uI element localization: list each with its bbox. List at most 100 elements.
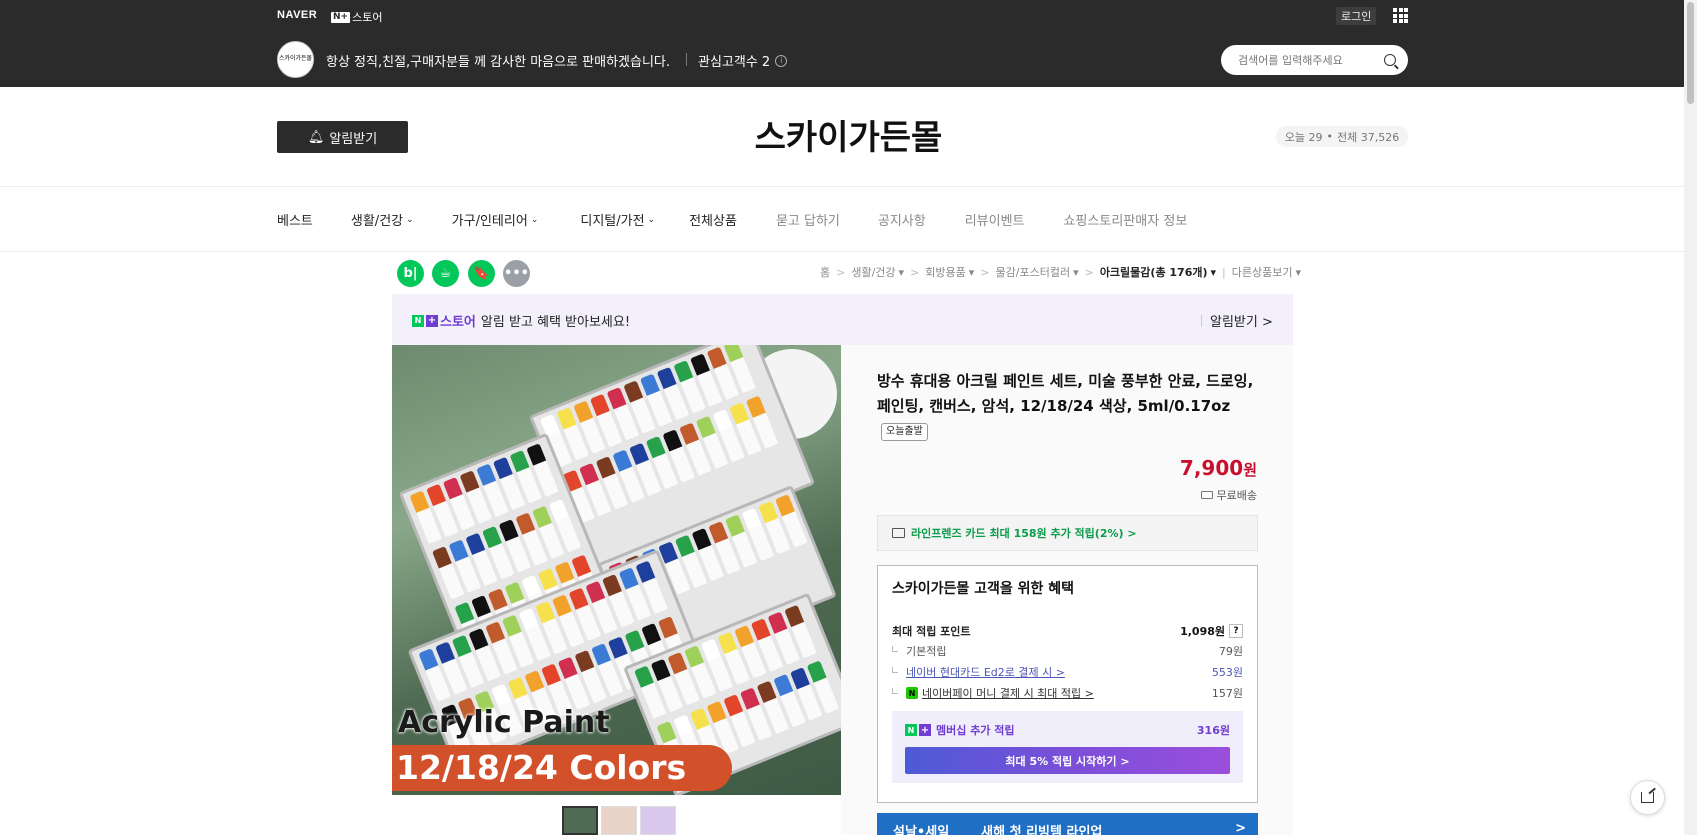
breadcrumb-item[interactable]: 다른상품보기 [1232, 264, 1293, 280]
nav-item[interactable]: 판매자 정보 [1123, 210, 1187, 229]
nav-item-label: 생활/건강 [350, 214, 404, 229]
breadcrumb-item[interactable]: 아크릴물감(총 176개) [1100, 264, 1208, 280]
nav-item[interactable]: 생활/건강 ⌄ [351, 210, 414, 229]
nplus-store-label: 스토어 [352, 11, 383, 24]
interest-count: 관심고객수 2 i [698, 51, 788, 70]
max-point-row: 최대 적립 포인트 1,098원? [892, 623, 1243, 639]
total-visits: 전체 37,526 [1337, 130, 1400, 144]
breadcrumb-separator: > [980, 265, 990, 279]
naver-n-badge: N [412, 314, 424, 327]
visit-separator: • [1326, 130, 1334, 143]
start-membership-button[interactable]: 최대 5% 적립 시작하기 > [905, 747, 1230, 774]
nav-item[interactable]: 공지사항 [878, 210, 926, 229]
max-point-value: 1,098원 [1180, 625, 1225, 638]
search-icon[interactable] [1384, 54, 1396, 66]
nav-item[interactable]: 디지털/가전 ⌄ [580, 210, 655, 229]
benefit-title: 스카이가든몰 고객을 위한 혜택 [892, 581, 1075, 597]
banner-message: 알림 받고 혜택 받아보세요! [480, 315, 631, 330]
breadcrumb-item[interactable]: 홈 [820, 264, 830, 280]
product-title-text: 방수 휴대용 아크릴 페인트 세트, 미술 풍부한 안료, 드로잉, 페인팅, … [877, 372, 1254, 415]
store-avatar[interactable]: 스카이가든몰 [277, 41, 314, 78]
naver-n-badge: N [905, 724, 917, 736]
image-caption-line1: Acrylic Paint [398, 705, 610, 740]
nav-divider [0, 251, 1697, 252]
nav-item-label: 디지털/가전 [580, 214, 645, 229]
breadcrumb-separator: | [1222, 265, 1226, 279]
credit-card-icon [892, 528, 905, 538]
cafe-icon: ☕ [439, 266, 452, 281]
point-label[interactable]: 네이버페이 머니 결제 시 최대 적립 > [922, 685, 1094, 701]
image-caption-line2: 12/18/24 Colors [392, 745, 732, 791]
blog-share-button[interactable]: b| [397, 260, 424, 287]
price-value: 7,900 [1179, 456, 1244, 480]
product-main-image[interactable]: Acrylic Paint 12/18/24 Colors [392, 345, 841, 795]
point-row-basic: 기본적립 79원 [892, 643, 1243, 659]
breadcrumb-item[interactable]: 물감/포스터컬러 [996, 264, 1071, 280]
thumbnail[interactable] [640, 806, 676, 835]
nav-item-label: 공지사항 [877, 214, 926, 229]
nav-item[interactable]: 전체상품 [689, 210, 737, 229]
breadcrumb-item[interactable]: 생활/건강 [851, 264, 895, 280]
truck-icon [1200, 491, 1213, 499]
nav-item-label: 전체상품 [689, 214, 737, 229]
point-row-npay[interactable]: N 네이버페이 머니 결제 시 최대 적립 > 157원 [892, 685, 1243, 701]
today-shipping-tag: 오늘출발 [881, 422, 928, 441]
dropdown-icon[interactable]: ▾ [969, 266, 975, 279]
share-button[interactable] [1630, 780, 1665, 815]
product-price: 7,900원 [1130, 456, 1257, 480]
more-icon: ••• [504, 266, 529, 281]
nav-item[interactable]: 묻고 답하기 [776, 210, 840, 229]
thumbnail[interactable] [562, 806, 598, 835]
nplus-store-logo[interactable]: N+ 스토어 [331, 9, 382, 25]
banner-alarm-label: 알림받기 > [1210, 315, 1273, 330]
help-icon[interactable]: ? [1229, 624, 1243, 638]
nav-item[interactable]: 쇼핑스토리 [1064, 210, 1124, 229]
naver-logo[interactable]: NAVER [277, 9, 317, 21]
tree-corner-icon [892, 688, 898, 694]
product-title: 방수 휴대용 아크릴 페인트 세트, 미술 풍부한 안료, 드로잉, 페인팅, … [877, 369, 1257, 444]
point-label[interactable]: 네이버 현대카드 Ed2로 결제 시 > [906, 664, 1065, 680]
divider [1201, 314, 1202, 327]
bookmark-button[interactable]: 🔖 [468, 260, 495, 287]
breadcrumb: 홈 > 생활/건강 ▾ > 회방용품 ▾ > 물감/포스터컬러 ▾ > 아크릴물감(총 176개) ▾ |… [820, 264, 1301, 280]
info-icon[interactable]: i [775, 54, 788, 67]
dropdown-icon[interactable]: ▾ [899, 266, 905, 279]
card-benefit-label: 라인프렌즈 카드 최대 158원 추가 적립(2%) > [911, 527, 1137, 540]
store-title[interactable]: 스카이가든몰 [0, 110, 1697, 159]
price-unit: 원 [1243, 461, 1257, 479]
bookmark-icon: 🔖 [473, 266, 490, 281]
nav-item-label: 베스트 [277, 214, 313, 229]
point-row-card[interactable]: 네이버 현대카드 Ed2로 결제 시 > 553원 [892, 664, 1243, 680]
shipping-label: 무료배송 [1216, 489, 1257, 502]
scrollbar[interactable] [1684, 0, 1697, 835]
thumbnail-row [562, 806, 676, 835]
more-button[interactable]: ••• [503, 260, 530, 287]
breadcrumb-item[interactable]: 회방용품 [925, 264, 965, 280]
dropdown-icon[interactable]: ▾ [1073, 266, 1079, 279]
banner-store-label: 스토어 [440, 315, 476, 330]
promo-banner[interactable]: 설날•세일 새해 첫 리빙템 라인업 > [877, 813, 1258, 835]
apps-grid-icon[interactable] [1393, 8, 1408, 23]
dropdown-icon[interactable]: ▾ [1211, 266, 1217, 279]
chevron-down-icon: ⌄ [530, 214, 539, 225]
search-input[interactable] [1238, 53, 1385, 67]
nav-item[interactable]: 리뷰이벤트 [965, 210, 1025, 229]
search-box[interactable] [1221, 45, 1408, 75]
membership-value: 316원 [1196, 724, 1230, 737]
thumbnail[interactable] [601, 806, 637, 835]
cafe-share-button[interactable]: ☕ [432, 260, 459, 287]
header-divider [0, 186, 1697, 187]
tree-corner-icon [892, 667, 898, 673]
nav-item[interactable]: 가구/인테리어 ⌄ [452, 210, 539, 229]
nav-item[interactable]: 베스트 [277, 210, 313, 229]
divider [686, 53, 687, 66]
banner-alarm-link[interactable]: 알림받기 > [1201, 311, 1273, 330]
card-benefit-link[interactable]: 라인프렌즈 카드 최대 158원 추가 적립(2%) > [877, 515, 1258, 551]
dropdown-icon[interactable]: ▾ [1295, 266, 1301, 279]
nplus-badge: N+ [331, 11, 351, 23]
login-button[interactable]: 로그인 [1336, 7, 1377, 25]
scrollbar-thumb[interactable] [1687, 2, 1694, 104]
top-bar [0, 0, 1697, 87]
chevron-down-icon: ⌄ [647, 214, 656, 225]
max-point-label: 최대 적립 포인트 [892, 625, 971, 638]
